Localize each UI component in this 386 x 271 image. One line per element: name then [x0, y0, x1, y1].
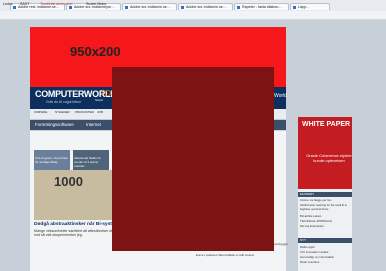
- tab-label: Adobe srs.:indtanne.se...: [186, 5, 226, 9]
- browser-tab[interactable]: Lapp...: [290, 3, 330, 10]
- overlay-ad-block[interactable]: [112, 67, 274, 251]
- sidebar-section-header: EKSPERT: [298, 192, 352, 197]
- bookmark-item[interactable]: Scoter Motor: [86, 0, 107, 8]
- sidebar-link[interactable]: Hemmelligt om informatikal: [300, 255, 350, 259]
- thumbnail-caption: Aktivarede Nøklo for vender af 4 prøver …: [74, 156, 102, 168]
- site-logo-subtitle: Grits do UI cogut fotsor: [46, 100, 81, 104]
- sidebar-link[interactable]: Dat tog Evarsanker: [300, 224, 350, 228]
- sidebar-link[interactable]: TECHNICAL APPROACH: [300, 219, 350, 223]
- bookmark-item[interactable]: SAST: [20, 0, 29, 8]
- white-paper-title: WHITE PAPER: [302, 121, 351, 128]
- tab-label: Adobe srs.:indtanne.se...: [130, 5, 170, 9]
- tab-label: Lapp...: [298, 5, 309, 9]
- sidebar-link[interactable]: Weithimelier rastning for fite tacitl il…: [300, 203, 350, 211]
- category-tab[interactable]: Forretningssoftware: [35, 122, 74, 127]
- thumbnail-caption: Tork til gaver i de private for at klage…: [35, 156, 68, 164]
- bookmark-item[interactable]: Ledsc: [3, 0, 13, 8]
- browser-tab[interactable]: Adobe srs.:indtanne.se...: [178, 3, 233, 10]
- sidebar-section-header: NYT: [298, 238, 352, 243]
- sidebar-link[interactable]: Infotive via flagge ger fan: [300, 198, 350, 202]
- sidebar-link[interactable]: Brivartitite Laksin: [300, 214, 350, 218]
- subnav-item[interactable]: JOB: [97, 110, 103, 114]
- white-paper-subtitle: Oracle Coherence styrker kunde-oplevelse…: [306, 153, 352, 163]
- page-favicon-icon: [125, 6, 128, 9]
- browser-tab[interactable]: Rapeter - fasta dilabon...: [234, 3, 289, 10]
- category-tab[interactable]: Internet: [86, 122, 101, 127]
- sidebar-link[interactable]: Medu voterfane: [300, 260, 350, 264]
- bookmarks-bar: [0, 11, 386, 20]
- ad-banner-label: 950x200: [70, 44, 121, 59]
- bookmark-item[interactable]: Trustlinist avreccinel: [40, 0, 72, 8]
- subnav-item[interactable]: PRODUKTER: [75, 110, 94, 114]
- subnav-item[interactable]: FORSIDE: [34, 110, 47, 114]
- sidebar-link[interactable]: CIO Innovation Update: [300, 250, 350, 254]
- news-list-item[interactable]: Eurce'x petitiores Skla tindtatter er Ad…: [196, 253, 290, 257]
- page-favicon-icon: [181, 6, 184, 9]
- page-favicon-icon: [293, 6, 296, 9]
- page-favicon-icon: [13, 6, 16, 9]
- story-image-label: 1000: [54, 174, 83, 189]
- tab-label: Rapeter - fasta dilabon...: [242, 5, 282, 9]
- subnav-item[interactable]: NYHEDER: [55, 110, 70, 114]
- sidebar-link[interactable]: Mathe agfer: [300, 245, 350, 249]
- header-fragment-right: World: [274, 93, 287, 99]
- page-favicon-icon: [237, 6, 240, 9]
- browser-tab[interactable]: Adobe srs.:indtanne.se...: [122, 3, 177, 10]
